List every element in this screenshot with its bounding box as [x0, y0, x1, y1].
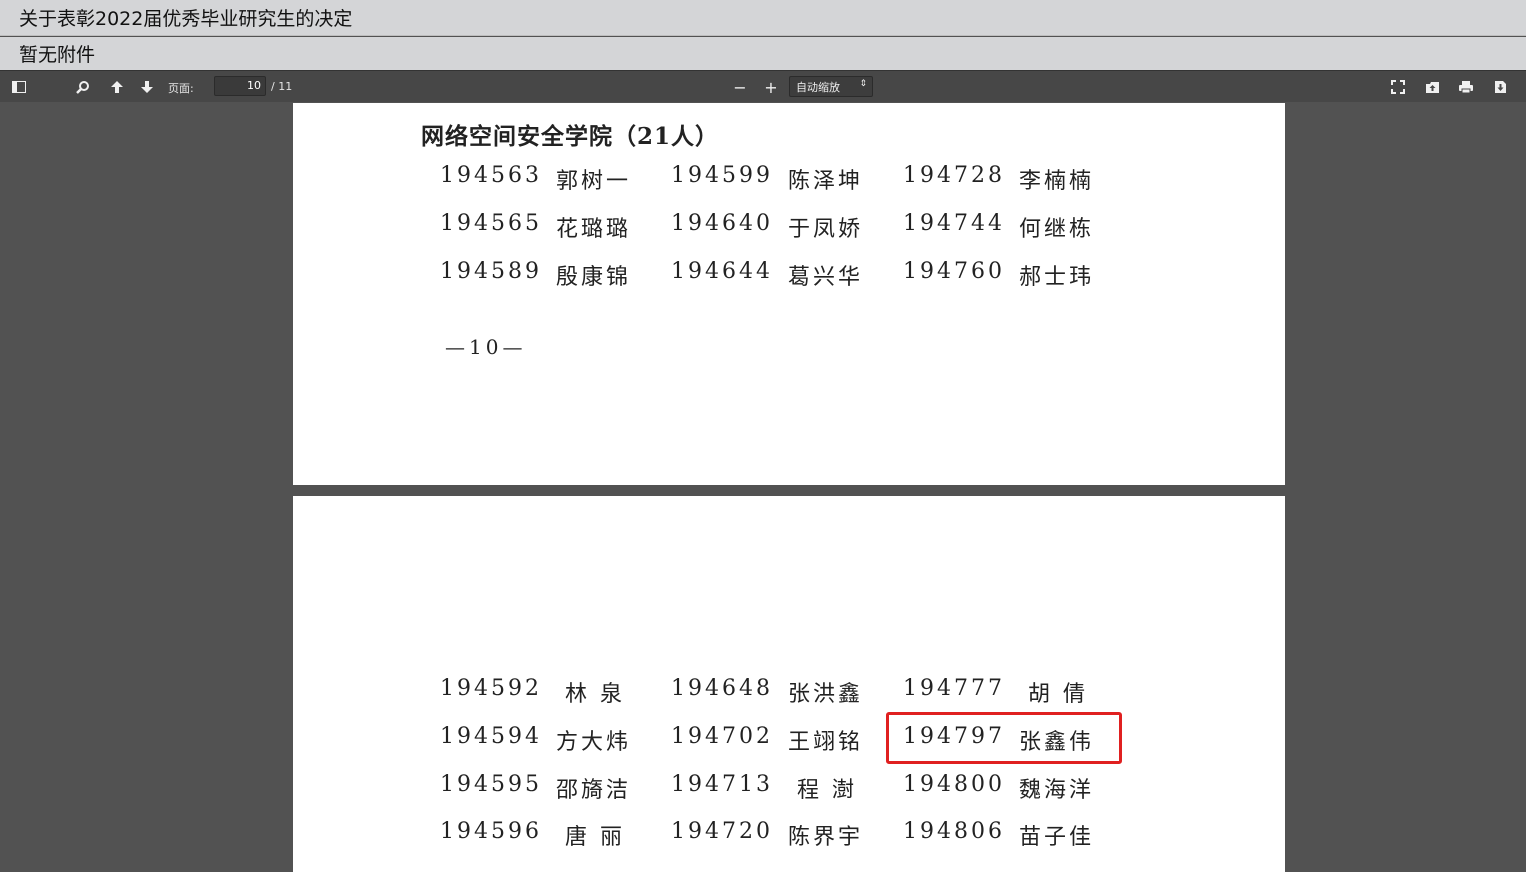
- student-id: 194595: [440, 772, 542, 797]
- search-icon[interactable]: [73, 77, 93, 97]
- plus-icon: +: [764, 77, 778, 97]
- student-id: 194563: [440, 163, 542, 188]
- student-id: 194777: [903, 676, 1005, 701]
- student-name: 邵旖洁: [556, 778, 632, 803]
- student-id: 194760: [903, 259, 1005, 284]
- student-id: 194728: [903, 163, 1005, 188]
- document-title: 关于表彰2022届优秀毕业研究生的决定: [19, 8, 353, 30]
- minus-icon: −: [733, 77, 747, 97]
- student-id: 194648: [671, 676, 773, 701]
- student-name: 于凤娇: [788, 217, 864, 242]
- student-name: 魏海洋: [1019, 778, 1095, 803]
- student-id: 194596: [440, 819, 542, 844]
- student-name: 陈泽坤: [788, 169, 864, 194]
- student-id: 194599: [671, 163, 773, 188]
- zoom-select[interactable]: 自动缩放 ⇕: [789, 76, 873, 97]
- student-name: 程 澍: [797, 778, 857, 803]
- page-number-value: 10: [247, 79, 261, 92]
- pdf-page-11: 194592 林 泉 194648 张洪鑫 194777 胡 倩 194594 …: [293, 496, 1285, 872]
- student-id: 194589: [440, 259, 542, 284]
- print-icon[interactable]: [1456, 77, 1476, 97]
- student-name: 张洪鑫: [788, 682, 864, 707]
- highlight-annotation-box: [886, 712, 1122, 764]
- student-id: 194592: [440, 676, 542, 701]
- student-name: 葛兴华: [788, 265, 864, 290]
- student-id: 194720: [671, 819, 773, 844]
- student-name: 郭树一: [556, 169, 632, 194]
- document-title-bar: 关于表彰2022届优秀毕业研究生的决定: [0, 0, 1526, 36]
- zoom-in-button[interactable]: +: [761, 77, 781, 97]
- student-name: 花璐璐: [556, 217, 632, 242]
- student-name: 苗子佳: [1019, 825, 1095, 850]
- student-name: 林 泉: [565, 682, 625, 707]
- student-id: 194640: [671, 211, 773, 236]
- student-id: 194565: [440, 211, 542, 236]
- page-number-input[interactable]: 10: [214, 76, 266, 96]
- fullscreen-icon[interactable]: [1388, 77, 1408, 97]
- student-id: 194713: [671, 772, 773, 797]
- open-file-icon[interactable]: [1422, 77, 1442, 97]
- select-arrow-icon: ⇕: [859, 79, 867, 89]
- attachment-bar: 暂无附件: [0, 37, 1526, 70]
- student-name: 李楠楠: [1019, 169, 1095, 194]
- student-name: 王翊铭: [788, 730, 864, 755]
- student-id: 194644: [671, 259, 773, 284]
- page-label: 页面:: [168, 82, 194, 95]
- student-name: 郝士玮: [1019, 265, 1095, 290]
- student-name: 方大炜: [556, 730, 632, 755]
- student-name: 陈界宇: [788, 825, 864, 850]
- student-name: 胡 倩: [1028, 682, 1088, 707]
- section-title: 网络空间安全学院（21人）: [421, 123, 720, 150]
- student-id: 194702: [671, 724, 773, 749]
- student-id: 194594: [440, 724, 542, 749]
- student-id: 194744: [903, 211, 1005, 236]
- student-name: 殷康锦: [556, 265, 632, 290]
- student-id: 194806: [903, 819, 1005, 844]
- page-number-footer: —10—: [445, 335, 527, 359]
- pdf-page-10: 网络空间安全学院（21人） 194563 郭树一 194599 陈泽坤 1947…: [293, 103, 1285, 485]
- previous-page-icon[interactable]: [107, 77, 127, 97]
- student-id: 194800: [903, 772, 1005, 797]
- pdf-toolbar: 页面: 10 / 11 − + 自动缩放 ⇕: [0, 70, 1526, 102]
- sidebar-toggle-icon[interactable]: [9, 77, 29, 97]
- student-name: 何继栋: [1019, 217, 1095, 242]
- total-pages: / 11: [271, 80, 293, 93]
- student-name: 唐 丽: [565, 825, 625, 850]
- attachment-note: 暂无附件: [19, 44, 96, 66]
- zoom-select-value: 自动缩放: [796, 80, 840, 94]
- next-page-icon[interactable]: [137, 77, 157, 97]
- download-icon[interactable]: [1490, 77, 1510, 97]
- zoom-out-button[interactable]: −: [730, 77, 750, 97]
